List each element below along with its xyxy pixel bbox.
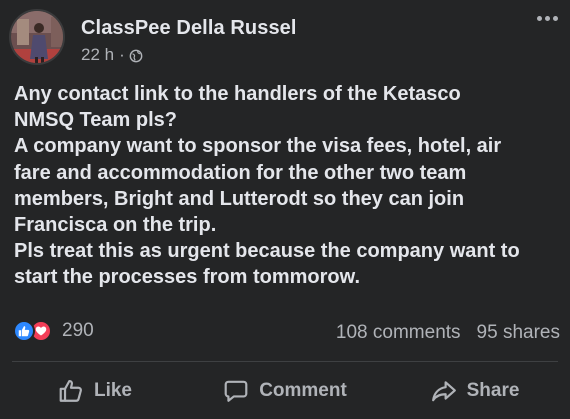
- share-icon: [431, 380, 456, 401]
- post-author[interactable]: ClassPee Della Russel: [81, 17, 297, 40]
- post-line: Francisca on the trip.: [14, 214, 217, 237]
- more-dot-icon: [553, 16, 558, 21]
- share-label: Share: [466, 379, 520, 401]
- reactions-summary[interactable]: 290: [13, 320, 94, 342]
- avatar[interactable]: [9, 9, 65, 65]
- share-button[interactable]: Share: [380, 362, 570, 419]
- post-line: A company want to sponsor the visa fees,…: [14, 135, 502, 158]
- post-body: Any contact link to the handlers of the …: [14, 81, 564, 291]
- comments-count[interactable]: 108 comments: [336, 322, 461, 344]
- comment-button[interactable]: Comment: [190, 362, 380, 419]
- profile-photo: [11, 11, 63, 63]
- facebook-post: ClassPee Della Russel 22 h · Any contact…: [0, 0, 570, 419]
- post-actions: Like Comment Share: [0, 362, 570, 419]
- post-time[interactable]: 22 h: [81, 45, 114, 65]
- shares-count[interactable]: 95 shares: [477, 322, 560, 344]
- post-line: start the processes from tommorow.: [14, 266, 361, 289]
- comment-label: Comment: [259, 379, 347, 401]
- globe-icon: [129, 49, 143, 62]
- post-line: fare and accommodation for the other two…: [14, 161, 467, 184]
- meta-separator: ·: [119, 45, 125, 64]
- comment-icon: [224, 380, 248, 402]
- engagement-counts: 108 comments 95 shares: [336, 322, 560, 344]
- post-line: members, Bright and Lutterodt so they ca…: [14, 187, 465, 210]
- more-dot-icon: [537, 16, 542, 21]
- post-line: NMSQ Team pls?: [14, 109, 177, 132]
- like-icon: [13, 320, 35, 342]
- post-line: Pls treat this as urgent because the com…: [14, 240, 520, 263]
- thumbs-up-icon: [59, 379, 82, 402]
- like-button[interactable]: Like: [0, 362, 190, 419]
- post-meta: 22 h ·: [81, 45, 143, 65]
- reaction-count: 290: [62, 320, 94, 341]
- more-options-button[interactable]: [537, 16, 558, 21]
- more-dot-icon: [545, 16, 550, 21]
- post-line: Any contact link to the handlers of the …: [14, 83, 461, 105]
- like-label: Like: [93, 379, 133, 401]
